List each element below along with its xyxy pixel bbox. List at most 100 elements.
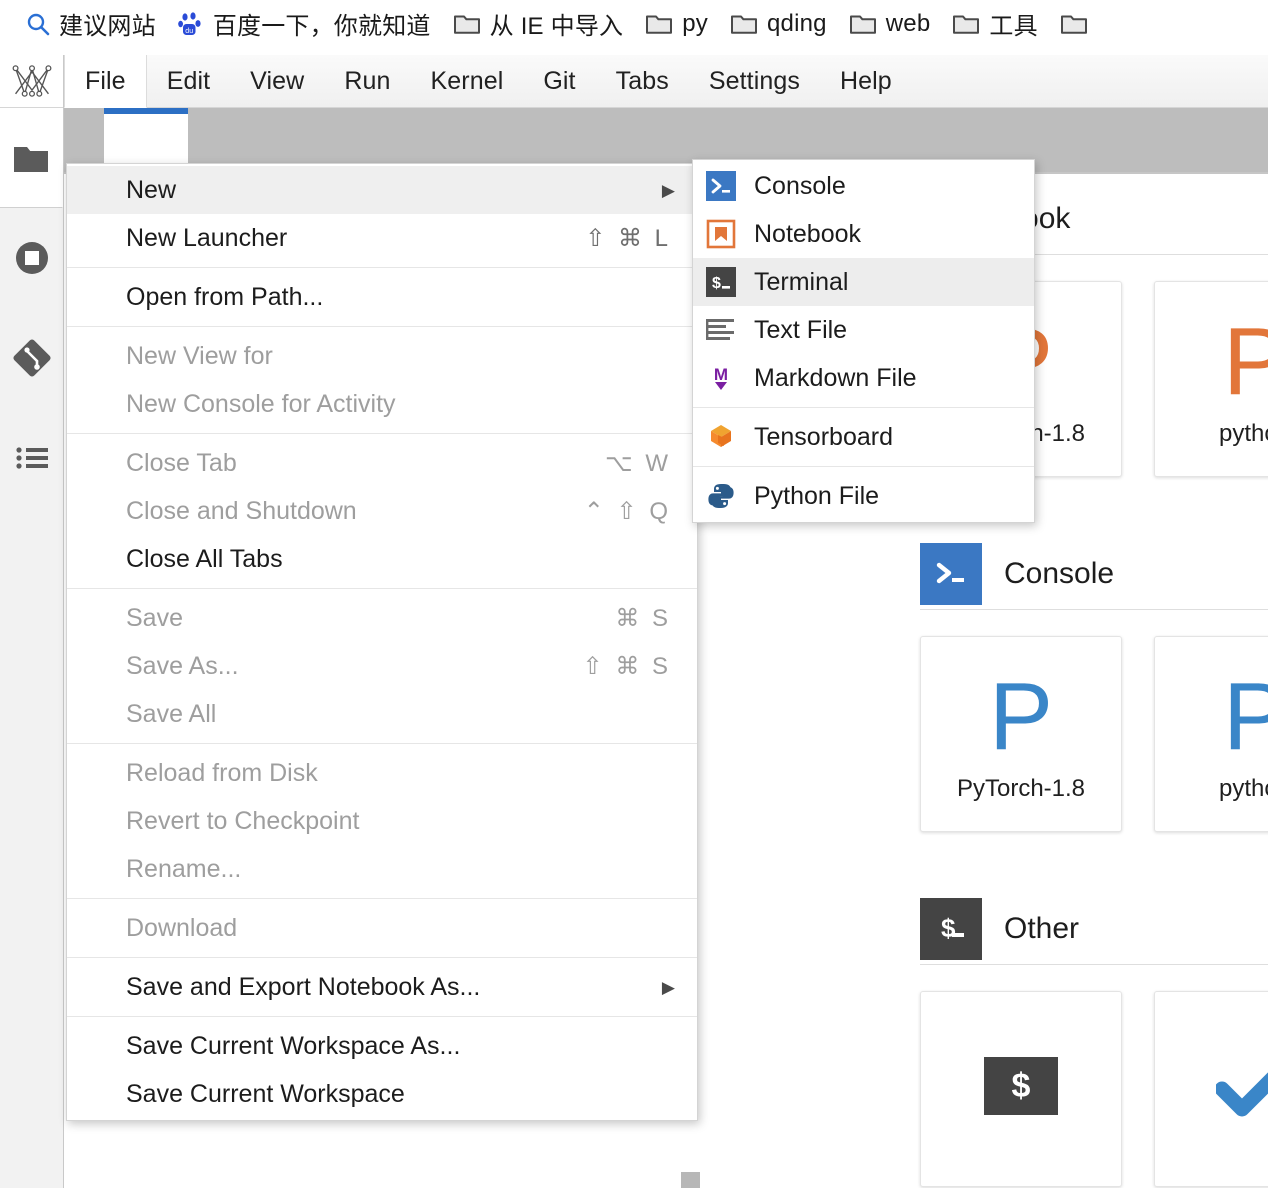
bookmark-item[interactable]: py — [645, 10, 722, 38]
menu-kernel[interactable]: Kernel — [410, 55, 523, 107]
menu-item-label: New Launcher — [126, 223, 288, 252]
menu-item-new-console-for-activity: New Console for Activity — [67, 380, 697, 428]
menu-item-new-view-for: New View for — [67, 332, 697, 380]
bookmark-item[interactable]: 从 IE 中导入 — [453, 6, 638, 41]
menu-item-save-current-workspace[interactable]: Save Current Workspace — [67, 1070, 697, 1118]
menu-item-label: Reload from Disk — [126, 758, 318, 787]
submenu-item-notebook[interactable]: Notebook — [693, 210, 1034, 258]
launcher-vertical-scrollbar[interactable] — [681, 1172, 700, 1188]
submenu-item-python-file[interactable]: Python File — [693, 472, 1034, 520]
menu-separator — [67, 743, 697, 744]
markdown-icon: M — [705, 362, 737, 394]
launcher-card-python-notebook[interactable]: P python — [1154, 281, 1268, 477]
menu-separator — [67, 957, 697, 958]
menu-item-label: Revert to Checkpoint — [126, 806, 360, 835]
menu-item-label: Save As... — [126, 651, 239, 680]
menu-item-close-all-tabs[interactable]: Close All Tabs — [67, 535, 697, 583]
menu-run[interactable]: Run — [324, 55, 410, 107]
launcher-card-checkmark[interactable] — [1154, 991, 1268, 1187]
menu-item-label: Close Tab — [126, 448, 237, 477]
submenu-item-text-file[interactable]: Text File — [693, 306, 1034, 354]
launcher-section-title: Console — [1004, 557, 1115, 590]
bookmarks-separator — [0, 47, 1268, 55]
menu-item-revert-to-checkpoint: Revert to Checkpoint — [67, 797, 697, 845]
menu-item-new[interactable]: New ▶ — [67, 166, 697, 214]
menu-item-label: Open from Path... — [126, 282, 324, 311]
menu-tabs[interactable]: Tabs — [596, 55, 689, 107]
submenu-separator — [693, 466, 1034, 467]
sidebar-item-file-browser[interactable] — [0, 108, 63, 208]
menu-item-new-launcher[interactable]: New Launcher ⇧ ⌘ L — [67, 214, 697, 262]
menu-separator — [67, 588, 697, 589]
text-file-icon — [705, 314, 737, 346]
new-submenu-dropdown: Console Notebook $ Terminal Text File M … — [692, 159, 1035, 523]
menu-git[interactable]: Git — [523, 55, 595, 107]
menu-file[interactable]: File — [64, 55, 147, 108]
menu-item-save-and-export-notebook-as[interactable]: Save and Export Notebook As... ▶ — [67, 963, 697, 1011]
tab-bar-filler — [188, 108, 1268, 158]
menu-item-label: Rename... — [126, 854, 242, 883]
git-icon — [11, 337, 53, 379]
terminal-icon: $ — [984, 1034, 1058, 1138]
bookmark-item[interactable]: 工具 — [952, 6, 1051, 41]
notebook-icon — [705, 218, 737, 250]
bookmark-label: py — [682, 9, 708, 37]
menu-item-label: New View for — [126, 341, 273, 370]
menu-item-label: New Console for Activity — [126, 389, 396, 418]
submenu-item-tensorboard[interactable]: Tensorboard — [693, 413, 1034, 461]
python-p-icon: P — [1222, 308, 1268, 415]
menu-edit[interactable]: Edit — [147, 55, 230, 107]
bookmark-item[interactable]: web — [849, 10, 945, 38]
bookmark-label: 百度一下，你就知道 — [212, 13, 431, 40]
bookmark-label: 工具 — [989, 13, 1038, 40]
menu-view[interactable]: View — [230, 55, 324, 107]
sidebar-item-table-of-contents[interactable] — [0, 408, 63, 508]
menu-separator — [67, 433, 697, 434]
submenu-item-label: Notebook — [754, 219, 862, 248]
menu-item-reload-from-disk: Reload from Disk — [67, 749, 697, 797]
menu-item-label: Close and Shutdown — [126, 496, 357, 525]
console-icon — [920, 543, 982, 605]
menu-item-shortcut: ⌥ W — [605, 449, 671, 477]
submenu-item-console[interactable]: Console — [693, 162, 1034, 210]
launcher-card-label: python — [1218, 420, 1268, 447]
submenu-separator — [693, 407, 1034, 408]
sidebar-item-git[interactable] — [0, 308, 63, 408]
folder-icon — [10, 137, 52, 179]
launcher-card-terminal[interactable]: $ — [920, 991, 1122, 1187]
tensorboard-icon — [705, 421, 737, 453]
folder-icon — [645, 12, 673, 35]
submenu-item-terminal[interactable]: $ Terminal — [693, 258, 1034, 306]
submenu-item-markdown-file[interactable]: M Markdown File — [693, 354, 1034, 402]
svg-text:M: M — [714, 365, 728, 384]
submenu-item-label: Tensorboard — [754, 422, 893, 451]
launcher-card-pytorch-console[interactable]: P PyTorch-1.8 — [920, 636, 1122, 832]
menu-settings[interactable]: Settings — [689, 55, 820, 107]
menu-item-close-and-shutdown: Close and Shutdown ⌃ ⇧ Q — [67, 487, 697, 535]
sidebar-item-running-sessions[interactable] — [0, 208, 63, 308]
bookmark-item[interactable]: du 百度一下，你就知道 — [178, 6, 445, 41]
submenu-item-label: Text File — [754, 315, 848, 344]
menu-item-label: Save All — [126, 699, 217, 728]
menu-item-label: Save and Export Notebook As... — [126, 972, 481, 1001]
menu-item-rename: Rename... — [67, 845, 697, 893]
launcher-card-label: PyTorch-1.8 — [956, 775, 1086, 802]
menu-item-save-current-workspace-as[interactable]: Save Current Workspace As... — [67, 1022, 697, 1070]
menu-item-open-from-path[interactable]: Open from Path... — [67, 273, 697, 321]
bookmark-item[interactable] — [1060, 12, 1111, 35]
bookmark-item[interactable]: qding — [730, 10, 841, 38]
bookmark-label: 从 IE 中导入 — [489, 13, 624, 40]
launcher-card-python-console[interactable]: P python — [1154, 636, 1268, 832]
menu-separator — [67, 898, 697, 899]
chevron-right-icon: ▶ — [661, 180, 675, 200]
menu-item-shortcut: ⌘ S — [615, 604, 671, 632]
menu-item-shortcut: ⇧ ⌘ L — [585, 224, 671, 252]
menu-item-label: Close All Tabs — [126, 544, 283, 573]
menu-help[interactable]: Help — [820, 55, 912, 107]
terminal-icon: $ — [705, 266, 737, 298]
terminal-icon: $ — [920, 898, 982, 960]
folder-icon — [453, 12, 481, 35]
bookmark-item[interactable]: 建议网站 — [26, 6, 170, 41]
menu-item-label: New — [126, 175, 177, 204]
bookmark-label: 建议网站 — [59, 13, 156, 40]
